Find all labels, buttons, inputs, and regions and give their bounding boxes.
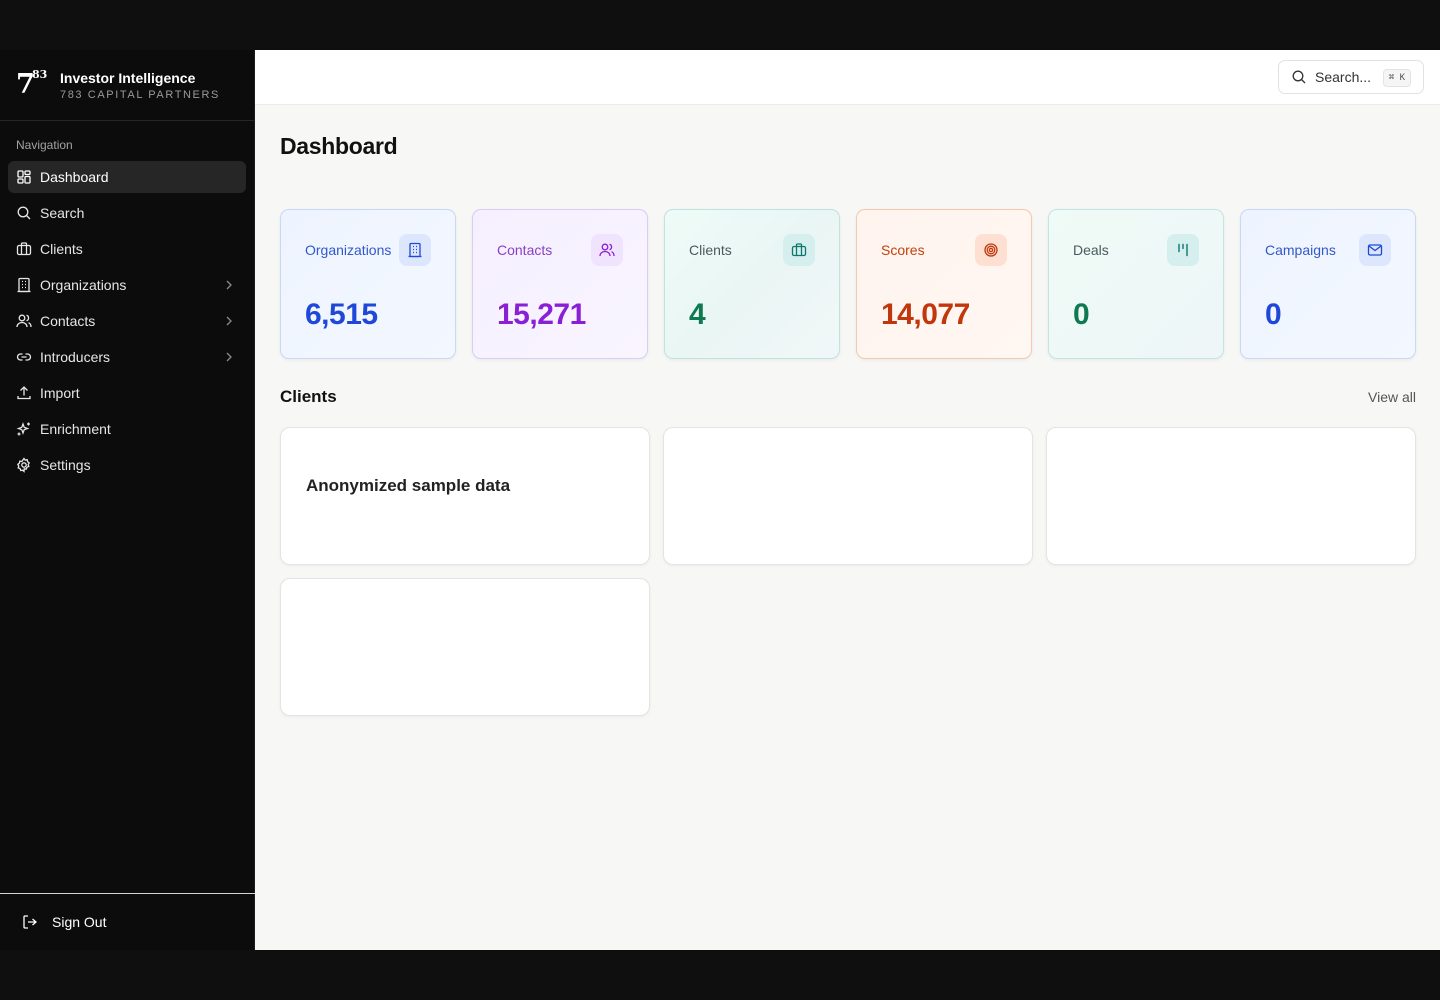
chevron-right-icon <box>226 352 232 362</box>
clients-section-title: Clients <box>280 387 337 406</box>
building-icon <box>399 234 431 266</box>
sidebar-item-clients[interactable]: Clients <box>8 233 246 265</box>
brand-logo: 7 83 <box>16 68 48 100</box>
sign-out-label: Sign Out <box>52 914 107 930</box>
briefcase-icon <box>783 234 815 266</box>
stat-card-scores[interactable]: Scores 14,077 <box>856 209 1032 359</box>
stat-label: Contacts <box>497 242 553 258</box>
briefcase-icon <box>16 241 32 257</box>
clients-grid: Anonymized sample data <box>280 427 1416 716</box>
sidebar-item-label: Settings <box>40 457 91 473</box>
sidebar-item-enrichment[interactable]: Enrichment <box>8 413 246 445</box>
logout-icon <box>22 914 38 930</box>
stat-label: Organizations <box>305 242 392 258</box>
client-card[interactable] <box>1046 427 1416 565</box>
sidebar-item-import[interactable]: Import <box>8 377 246 409</box>
stat-label: Campaigns <box>1265 242 1336 258</box>
pipeline-icon <box>1167 234 1199 266</box>
global-search-button[interactable]: Search... ⌘ K <box>1278 60 1424 94</box>
sidebar-item-organizations[interactable]: Organizations <box>8 269 246 301</box>
sidebar-nav: Dashboard Search Clients Organizations C… <box>0 161 254 481</box>
stat-value: 14,077 <box>881 298 970 331</box>
stat-value: 15,271 <box>497 298 586 331</box>
chevron-right-icon <box>226 316 232 326</box>
sidebar-item-label: Search <box>40 205 85 221</box>
gear-icon <box>16 457 32 473</box>
building-icon <box>16 277 32 293</box>
brand-title: Investor Intelligence <box>60 69 196 86</box>
sidebar-item-label: Dashboard <box>40 169 109 185</box>
client-name: Anonymized sample data <box>306 476 511 495</box>
chevron-right-icon <box>226 280 232 290</box>
sidebar-item-label: Organizations <box>40 277 127 293</box>
topbar: Search... ⌘ K <box>255 50 1440 105</box>
nav-heading: Navigation <box>16 138 73 152</box>
dashboard-icon <box>16 169 32 185</box>
sidebar-item-dashboard[interactable]: Dashboard <box>8 161 246 193</box>
users-icon <box>591 234 623 266</box>
sidebar-item-settings[interactable]: Settings <box>8 449 246 481</box>
stat-card-organizations[interactable]: Organizations 6,515 <box>280 209 456 359</box>
users-icon <box>16 313 32 329</box>
upload-icon <box>16 385 32 401</box>
stat-label: Scores <box>881 242 925 258</box>
app-window: 7 83 Investor Intelligence 783 CAPITAL P… <box>0 50 1440 950</box>
sidebar-item-label: Import <box>40 385 80 401</box>
view-all-clients-link[interactable]: View all <box>1368 389 1416 405</box>
client-card[interactable]: Anonymized sample data <box>280 427 650 565</box>
sidebar: 7 83 Investor Intelligence 783 CAPITAL P… <box>0 50 255 950</box>
stats-row: Organizations 6,515 Contacts 15,271 Clie… <box>280 209 1416 359</box>
stat-value: 4 <box>689 298 706 331</box>
sidebar-item-search[interactable]: Search <box>8 197 246 229</box>
stat-label: Deals <box>1073 242 1109 258</box>
stat-value: 6,515 <box>305 298 378 331</box>
stat-value: 0 <box>1265 298 1282 331</box>
target-icon <box>975 234 1007 266</box>
brand-text: Investor Intelligence 783 CAPITAL PARTNE… <box>60 70 220 101</box>
sidebar-item-introducers[interactable]: Introducers <box>8 341 246 373</box>
sidebar-item-label: Clients <box>40 241 83 257</box>
sidebar-item-label: Enrichment <box>40 421 111 437</box>
sidebar-item-contacts[interactable]: Contacts <box>8 305 246 337</box>
link-icon <box>16 349 32 365</box>
sidebar-item-label: Contacts <box>40 313 96 329</box>
stat-card-deals[interactable]: Deals 0 <box>1048 209 1224 359</box>
search-label: Search... <box>1315 69 1372 85</box>
search-icon <box>1291 69 1307 85</box>
main-content: Search... ⌘ K Dashboard Organizations 6,… <box>255 50 1440 950</box>
sidebar-footer: Sign Out <box>0 893 255 950</box>
brand[interactable]: 7 83 Investor Intelligence 783 CAPITAL P… <box>0 50 254 121</box>
sparkles-icon <box>16 421 32 437</box>
keyboard-shortcut: ⌘ K <box>1382 69 1411 87</box>
stat-card-campaigns[interactable]: Campaigns 0 <box>1240 209 1416 359</box>
client-card[interactable] <box>663 427 1033 565</box>
sign-out-button[interactable]: Sign Out <box>22 914 106 930</box>
brand-subtitle: 783 CAPITAL PARTNERS <box>60 88 220 101</box>
stat-label: Clients <box>689 242 732 258</box>
sidebar-item-label: Introducers <box>40 349 111 365</box>
client-card[interactable] <box>280 578 650 716</box>
mail-icon <box>1359 234 1391 266</box>
page-title: Dashboard <box>280 133 398 159</box>
stat-value: 0 <box>1073 298 1090 331</box>
stat-card-contacts[interactable]: Contacts 15,271 <box>472 209 648 359</box>
stat-card-clients[interactable]: Clients 4 <box>664 209 840 359</box>
search-icon <box>16 205 32 221</box>
